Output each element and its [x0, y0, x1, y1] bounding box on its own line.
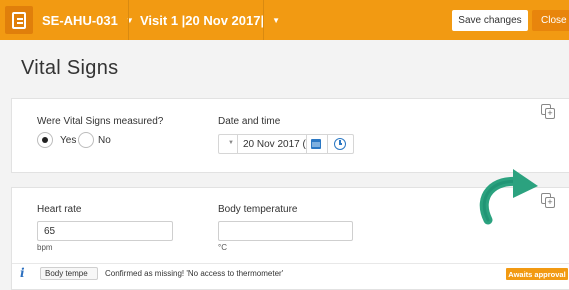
heart-rate-label: Heart rate: [37, 204, 82, 215]
info-icon: i: [20, 266, 25, 280]
body-temperature-unit: °C: [218, 243, 227, 252]
query-field-tag: Body tempe: [40, 267, 98, 280]
query-bar[interactable]: i Body tempe Confirmed as missing! 'No a…: [12, 263, 569, 282]
curved-arrow-annotation: [479, 169, 538, 225]
body-temperature-input[interactable]: [218, 221, 353, 241]
body-temperature-label: Body temperature: [218, 204, 298, 215]
status-badge: Awaits approval: [506, 268, 568, 280]
heart-rate-unit: bpm: [37, 243, 53, 252]
query-message: Confirmed as missing! 'No access to ther…: [105, 269, 284, 278]
heart-rate-input[interactable]: 65: [37, 221, 173, 241]
